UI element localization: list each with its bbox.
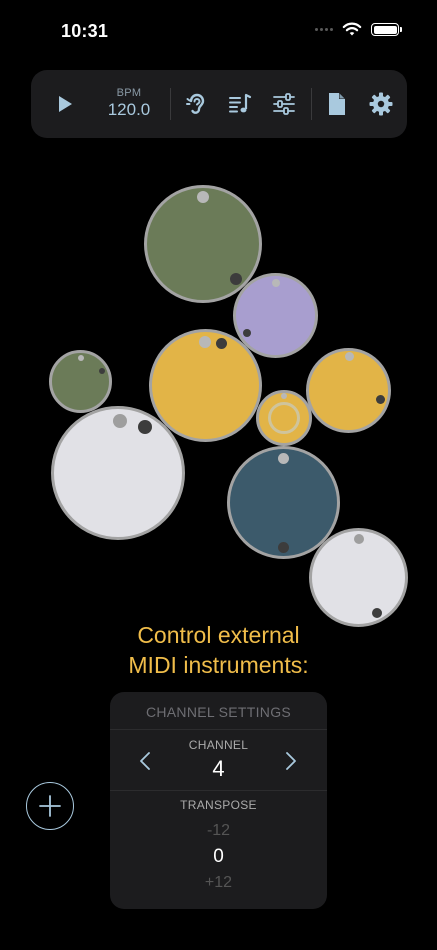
caption-line-1: Control external (137, 622, 300, 648)
circle-knob-dot (199, 336, 211, 348)
circle-knob-dot (278, 542, 289, 553)
circle-yellow-large[interactable] (149, 329, 262, 442)
circle-knob-dot (113, 414, 127, 428)
circle-knob-dot (278, 453, 289, 464)
settings-button[interactable] (366, 89, 396, 119)
circle-knob-dot (372, 608, 382, 618)
circle-knob-dot (197, 191, 209, 203)
circle-knob-dot (376, 395, 385, 404)
add-button[interactable] (26, 782, 74, 830)
circle-knob-dot (216, 338, 227, 349)
battery-icon (371, 23, 402, 36)
channel-next-button[interactable] (281, 749, 301, 773)
listen-button[interactable] (181, 89, 211, 119)
wifi-icon (342, 22, 362, 36)
cellular-signal-icon (315, 28, 333, 31)
transpose-option-prev[interactable]: -12 (110, 822, 327, 840)
circle-knob-dot (138, 420, 152, 434)
circle-knob-dot (345, 352, 354, 361)
music-list-button[interactable] (225, 89, 255, 119)
circle-knob-dot (99, 368, 105, 374)
toolbar-divider (311, 88, 312, 120)
panel-divider (110, 729, 327, 730)
toolbar: BPM 120.0 (31, 70, 407, 138)
plus-icon (39, 795, 61, 817)
mixer-button[interactable] (269, 89, 299, 119)
panel-title: CHANNEL SETTINGS (145, 704, 292, 720)
circle-white-small[interactable] (309, 528, 408, 627)
circle-knob-dot (354, 534, 364, 544)
chevron-right-icon (286, 752, 296, 770)
caption-line-2: MIDI instruments: (128, 652, 309, 678)
music-list-icon (229, 93, 252, 113)
status-indicators (315, 22, 402, 37)
bpm-control[interactable]: BPM 120.0 (103, 87, 155, 120)
play-icon (59, 96, 72, 112)
transpose-label: TRANSPOSE (180, 798, 257, 812)
transpose-selected-value[interactable]: 0 (110, 846, 327, 868)
play-button[interactable] (51, 90, 79, 118)
ear-icon (186, 93, 205, 114)
circle-white-large[interactable] (51, 406, 185, 540)
panel-divider (110, 790, 327, 791)
circle-green-small[interactable] (49, 350, 112, 413)
circle-yellow-right[interactable] (306, 348, 391, 433)
bpm-label: BPM (116, 87, 142, 99)
bpm-value: 120.0 (107, 100, 151, 119)
document-button[interactable] (322, 89, 352, 119)
toolbar-divider (170, 88, 171, 120)
circle-knob-dot (243, 329, 251, 337)
transpose-option-next[interactable]: +12 (110, 874, 327, 892)
caption-text: Control external MIDI instruments: (0, 620, 437, 680)
circle-yellow-small[interactable] (256, 390, 312, 446)
channel-settings-panel: CHANNEL SETTINGS CHANNEL 4 TRANSPOSE -12… (110, 692, 327, 909)
status-time: 10:31 (61, 21, 109, 41)
circle-center-ring (268, 402, 300, 434)
circle-knob-dot (78, 355, 84, 361)
circle-knob-dot (272, 279, 280, 287)
circle-knob-dot (230, 273, 242, 285)
gear-icon (369, 92, 393, 116)
circle-knob-dot (281, 393, 287, 399)
sliders-icon (273, 93, 295, 115)
document-icon (329, 93, 345, 115)
